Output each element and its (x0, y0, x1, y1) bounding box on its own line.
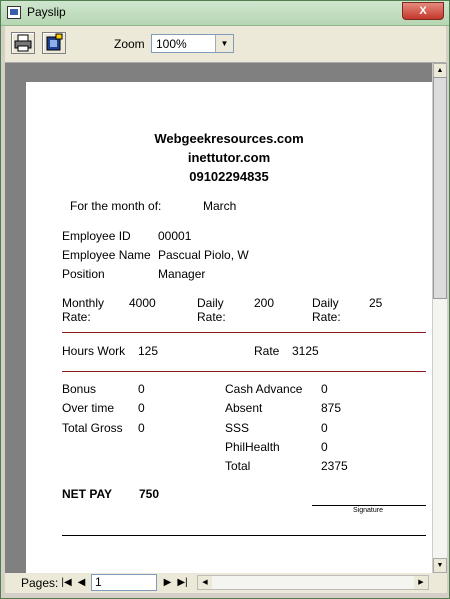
horizontal-scrollbar[interactable]: ◀ ▶ (197, 575, 429, 590)
zoom-select[interactable]: 100% ▼ (151, 34, 234, 53)
title-bar: Payslip X (1, 1, 449, 26)
philhealth-label: PhilHealth (225, 440, 280, 454)
company-phone: 09102294835 (189, 169, 269, 184)
print-button[interactable] (11, 32, 35, 54)
employee-id-value: 00001 (158, 229, 192, 243)
total-label: Total (225, 459, 251, 473)
signature-line (312, 505, 426, 506)
overtime-label: Over time (62, 401, 115, 415)
company-name: Webgeekresources.com (154, 131, 304, 146)
position-label: Position (62, 267, 105, 281)
scroll-right-icon[interactable]: ▶ (414, 576, 428, 589)
bonus-value: 0 (138, 382, 145, 396)
divider (62, 371, 426, 372)
employee-name-label: Employee Name (62, 248, 151, 262)
net-pay-label: NET PAY (62, 487, 113, 501)
sss-label: SSS (225, 421, 250, 435)
sss-value: 0 (321, 421, 328, 435)
export-icon (46, 33, 63, 51)
first-page-icon[interactable]: |◀ (60, 575, 73, 590)
position-value: Manager (158, 267, 206, 281)
hours-work-label: Hours Work (62, 344, 126, 358)
monthly-rate-value: 4000 (129, 296, 156, 310)
report-viewport: Webgeekresources.com inettutor.com 09102… (5, 63, 432, 573)
scroll-thumb[interactable] (433, 77, 447, 299)
next-page-icon[interactable]: ▶ (161, 575, 174, 590)
absent-value: 875 (321, 401, 342, 415)
vertical-scrollbar[interactable]: ▲ ▼ (432, 63, 447, 573)
daily-rate-label: Daily (197, 296, 224, 310)
daily-rate-value: 200 (254, 296, 275, 310)
window-title: Payslip (27, 5, 66, 19)
month-label: For the month of: (70, 199, 162, 213)
net-pay-value: 750 (139, 487, 160, 501)
scroll-down-icon[interactable]: ▼ (433, 558, 447, 573)
bonus-label: Bonus (62, 382, 97, 396)
total-gross-label: Total Gross (62, 421, 123, 435)
close-button[interactable]: X (402, 2, 444, 20)
monthly-rate-label: Monthly (62, 296, 105, 310)
hours-work-value: 125 (138, 344, 159, 358)
divider (62, 332, 426, 333)
previous-page-icon[interactable]: ◀ (75, 575, 88, 590)
total-value: 2375 (321, 459, 348, 473)
absent-label: Absent (225, 401, 263, 415)
month-value: March (203, 199, 237, 213)
daily-rate-label-2: Rate: (197, 310, 226, 324)
export-button[interactable] (42, 32, 66, 54)
last-page-icon[interactable]: ▶| (176, 575, 189, 590)
chevron-down-icon[interactable]: ▼ (215, 35, 233, 52)
employee-id-label: Employee ID (62, 229, 131, 243)
daily-rate2-value: 25 (369, 296, 383, 310)
report-page: Webgeekresources.com inettutor.com 09102… (26, 82, 432, 573)
monthly-rate-label-2: Rate: (62, 310, 91, 324)
scroll-left-icon[interactable]: ◀ (198, 576, 212, 589)
cash-advance-value: 0 (321, 382, 328, 396)
payslip-window: Payslip X Zoom 100% ▼ Webgeekresources.c… (0, 0, 450, 599)
divider (62, 535, 426, 536)
total-gross-value: 0 (138, 421, 145, 435)
rate-value: 3125 (292, 344, 319, 358)
toolbar: Zoom 100% ▼ (5, 26, 446, 63)
company-website: inettutor.com (187, 150, 271, 165)
app-icon (7, 6, 21, 19)
rate-label: Rate (254, 344, 280, 358)
status-bar: Pages: |◀ ◀ 1 ▶ ▶| ◀ ▶ (5, 573, 447, 593)
zoom-label: Zoom (114, 37, 145, 51)
pages-label: Pages: (21, 576, 59, 590)
employee-name-value: Pascual Piolo, W (158, 248, 249, 262)
philhealth-value: 0 (321, 440, 328, 454)
page-number-input[interactable]: 1 (91, 574, 157, 591)
zoom-value: 100% (156, 37, 187, 51)
printer-icon (14, 34, 32, 52)
scroll-up-icon[interactable]: ▲ (433, 63, 447, 78)
signature-label: Signature (353, 507, 383, 514)
cash-advance-label: Cash Advance (225, 382, 303, 396)
daily-rate2-label: Daily (312, 296, 339, 310)
overtime-value: 0 (138, 401, 145, 415)
daily-rate2-label-2: Rate: (312, 310, 341, 324)
